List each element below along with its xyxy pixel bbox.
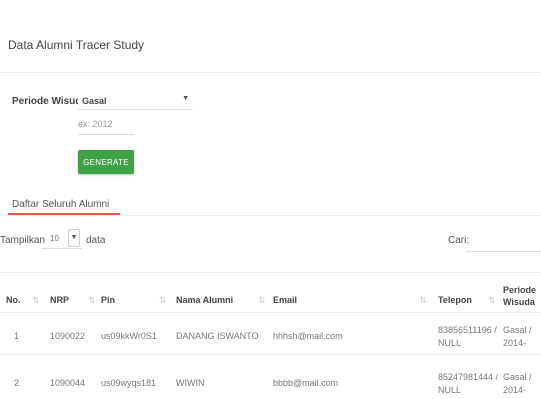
table-row-rule [0,354,541,355]
column-header-telepon[interactable]: Telepon [438,295,472,305]
chevron-down-icon[interactable]: ▼ [68,229,80,247]
table-header-rule [0,312,541,313]
cell-no: 1 [14,331,20,341]
cell-email: hhhsh@mail.com [273,331,343,341]
cell-nrp: 1090022 [50,331,86,341]
show-entries-suffix: data [86,235,106,246]
column-header-email[interactable]: Email [273,295,297,305]
divider [0,72,541,73]
chevron-down-icon: ▼ [182,95,189,102]
sort-icon[interactable]: ⇅ [32,295,40,306]
cell-nama-alumni: WIWIN [176,378,205,388]
sort-icon[interactable]: ⇅ [419,295,427,306]
cell-telepon: 83856511196 / NULL [438,325,497,348]
tab-daftar-seluruh-alumni[interactable]: Daftar Seluruh Alumni [12,199,109,210]
sort-icon[interactable]: ⇅ [258,295,266,306]
year-input[interactable] [78,114,134,135]
sort-icon[interactable]: ⇅ [488,295,496,306]
page-title: Data Alumni Tracer Study [8,38,145,52]
cell-nama-alumni: DANANG ISWANTO [176,331,259,341]
column-header-periode-wisuda[interactable]: Periode Wisuda [503,284,539,308]
column-header-nrp[interactable]: NRP [50,295,69,305]
cell-email: bbbb@mail.com [273,378,339,388]
table-top-rule [0,272,541,273]
sort-icon[interactable]: ⇅ [88,295,96,306]
cell-no: 2 [14,378,20,388]
cell-periode-wisuda: Gasal / 2014-2015 [503,325,532,352]
periode-wisuda-value: Gasal [82,95,107,106]
generate-button[interactable]: GENERATE [78,150,134,174]
cell-nrp: 1090044 [50,378,86,388]
show-entries-label: Tampilkan [0,235,46,246]
cell-pin: us09kkWr0S1 [101,331,157,341]
cell-periode-wisuda: Gasal / 2014-2015 [503,372,532,399]
search-input[interactable] [466,229,541,252]
periode-wisuda-select[interactable]: Gasal ▼ [78,92,193,110]
column-header-no[interactable]: No. [6,295,21,305]
divider [0,215,541,216]
periode-wisuda-label: Periode Wisuda [12,96,87,107]
column-header-pin[interactable]: Pin [101,295,115,305]
entries-per-page-value: 10 [50,234,59,243]
column-header-nama-alumni[interactable]: Nama Alumni [176,295,233,305]
cell-telepon: 85247981444 / NULL [438,372,499,395]
cell-pin: us09wyqs181 [101,378,157,388]
sort-icon[interactable]: ⇅ [159,295,167,306]
